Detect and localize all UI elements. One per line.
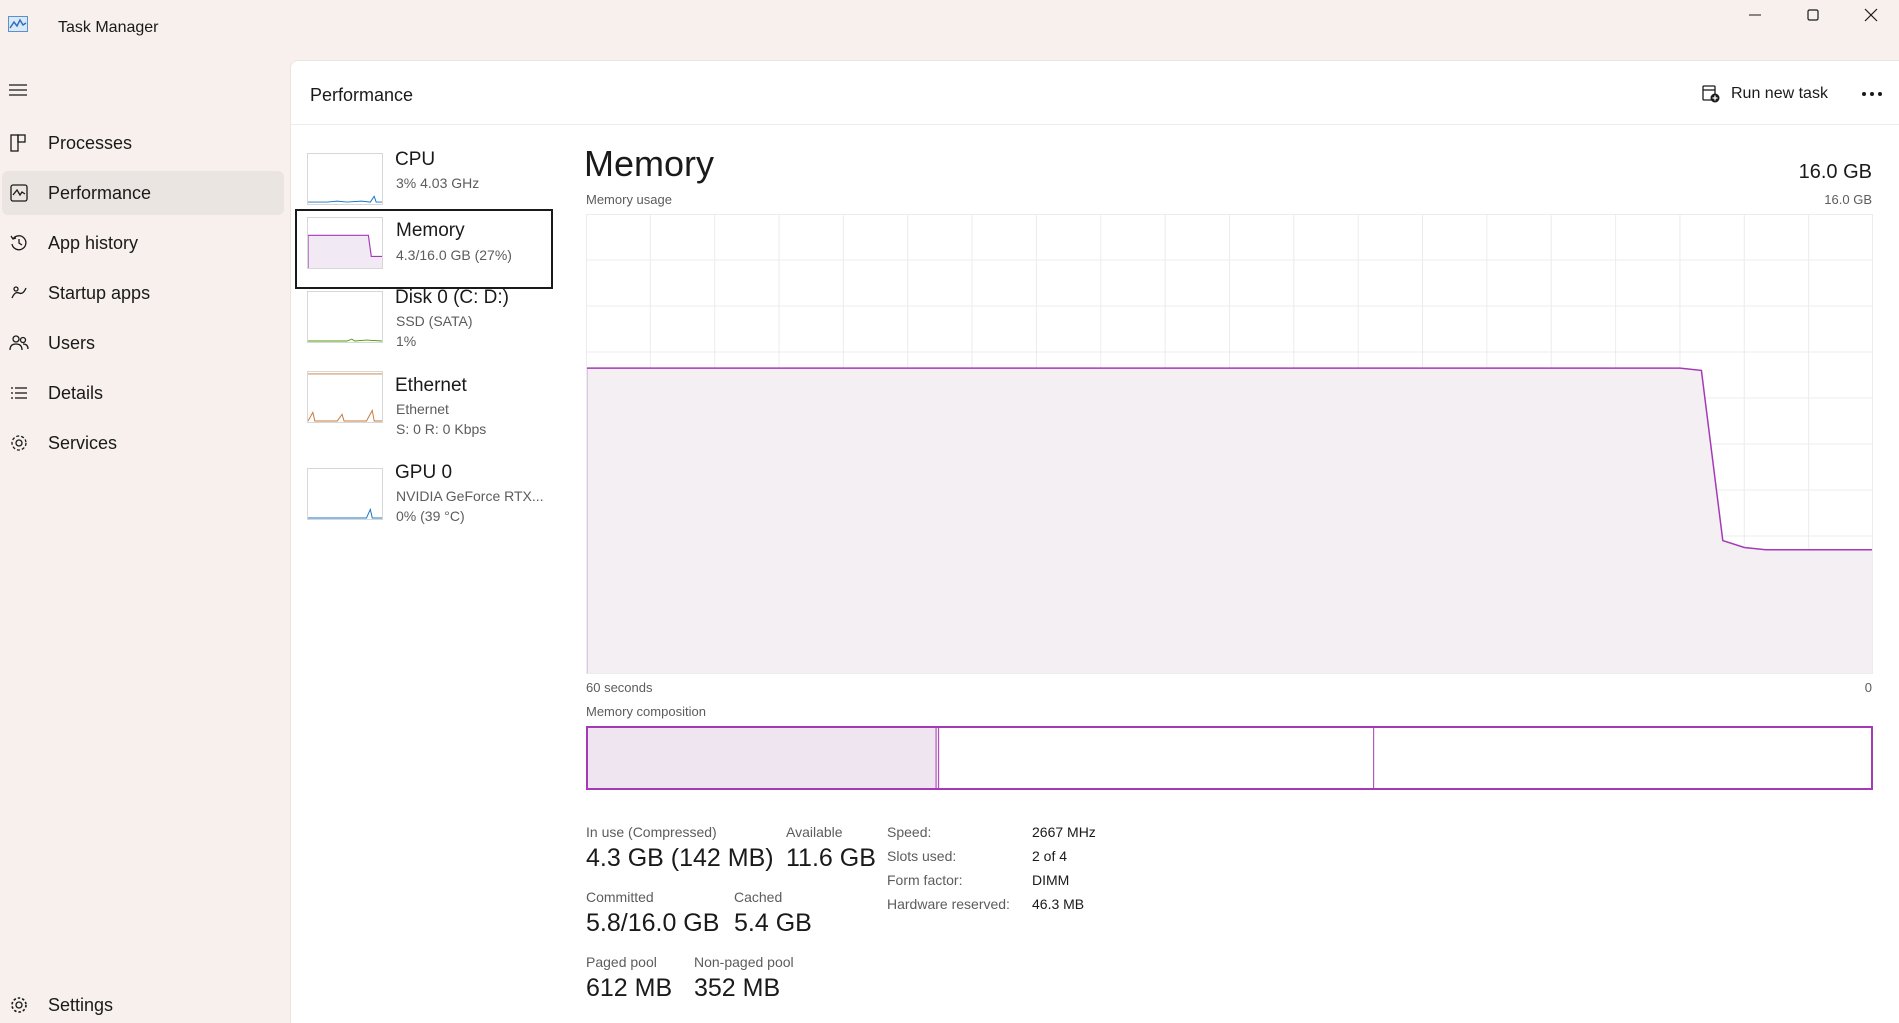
- committed-value: 5.8/16.0 GB: [586, 909, 720, 937]
- more-icon: [1862, 92, 1882, 96]
- history-icon: [8, 232, 30, 254]
- in-use-label: In use (Compressed): [586, 824, 717, 840]
- sidebar: Processes Performance App history Startu…: [0, 58, 290, 1023]
- spec-label: Hardware reserved:: [887, 896, 1010, 912]
- available-label: Available: [786, 824, 843, 840]
- spec-label: Form factor:: [887, 872, 963, 888]
- device-detail: 1%: [396, 333, 417, 349]
- memory-usage-max: 16.0 GB: [1824, 192, 1872, 207]
- processes-icon: [8, 132, 30, 154]
- page-header: Performance Run new task: [291, 61, 1899, 125]
- close-button[interactable]: [1842, 0, 1899, 30]
- device-detail: 3% 4.03 GHz: [396, 175, 480, 191]
- spec-value: 46.3 MB: [1032, 896, 1085, 912]
- spec-value: DIMM: [1032, 872, 1070, 888]
- startup-icon: [8, 282, 30, 304]
- usage-area: [586, 368, 1873, 674]
- device-name: Ethernet: [395, 375, 467, 396]
- memory-usage-label: Memory usage: [586, 192, 672, 207]
- settings-label: Settings: [48, 994, 114, 1015]
- device-detail: S: 0 R: 0 Kbps: [396, 421, 487, 437]
- device-memory[interactable]: Memory 4.3/16.0 GB (27%): [295, 209, 553, 289]
- sidebar-item-label: Services: [48, 432, 118, 453]
- spec-value: 2 of 4: [1032, 848, 1068, 864]
- sidebar-item-performance[interactable]: Performance: [2, 171, 284, 215]
- page-title: Performance: [310, 85, 414, 105]
- sidebar-item-label: App history: [48, 232, 139, 253]
- memory-composition-bar: [586, 726, 1873, 790]
- sidebar-item-app-history[interactable]: App history: [2, 221, 284, 265]
- spec-label: Speed:: [887, 824, 932, 840]
- disk-thumbnail-graph: [307, 291, 383, 343]
- users-icon: [8, 332, 30, 354]
- spec-value: 2667 MHz: [1032, 824, 1096, 840]
- detail-title: Memory: [584, 143, 715, 184]
- cached-label: Cached: [734, 889, 783, 905]
- in-use-value: 4.3 GB (142 MB): [586, 844, 774, 872]
- more-options-button[interactable]: [1857, 81, 1887, 107]
- time-now-label: 0: [1864, 680, 1872, 695]
- paged-pool-value: 612 MB: [586, 974, 673, 1002]
- maximize-icon: [1807, 9, 1819, 21]
- sidebar-item-users[interactable]: Users: [2, 321, 284, 365]
- cached-value: 5.4 GB: [734, 909, 812, 937]
- paged-pool-label: Paged pool: [586, 954, 657, 970]
- device-detail: Ethernet: [396, 401, 449, 417]
- device-detail: 0% (39 °C): [396, 508, 465, 524]
- sidebar-item-settings[interactable]: Settings: [2, 983, 284, 1023]
- maximize-button[interactable]: [1784, 0, 1842, 30]
- window-title: Task Manager: [58, 19, 159, 36]
- device-name: CPU: [395, 149, 436, 170]
- title-bar: Task Manager: [0, 0, 1899, 58]
- minimize-button[interactable]: [1726, 0, 1784, 30]
- run-task-label: Run new task: [1731, 85, 1828, 102]
- minimize-icon: [1749, 14, 1761, 16]
- sidebar-item-details[interactable]: Details: [2, 371, 284, 415]
- device-name: Disk 0 (C: D:): [395, 287, 509, 308]
- time-span-label: 60 seconds: [586, 680, 653, 695]
- ethernet-thumbnail-graph: [307, 371, 383, 423]
- device-ethernet[interactable]: Ethernet Ethernet S: 0 R: 0 Kbps: [295, 371, 553, 451]
- device-gpu[interactable]: GPU 0 NVIDIA GeForce RTX... 0% (39 °C): [295, 458, 553, 538]
- device-detail: SSD (SATA): [396, 313, 473, 329]
- sidebar-item-label: Details: [48, 382, 104, 403]
- gear-icon: [8, 994, 30, 1016]
- device-name: Memory: [396, 220, 465, 241]
- sidebar-item-services[interactable]: Services: [2, 421, 284, 465]
- run-new-task-button[interactable]: Run new task: [1701, 81, 1828, 107]
- memory-composition-label: Memory composition: [586, 704, 706, 719]
- device-detail: NVIDIA GeForce RTX...: [396, 488, 544, 504]
- sidebar-item-label: Users: [48, 332, 96, 353]
- details-icon: [8, 382, 30, 404]
- main-panel: Performance Run new task CPU 3% 4.03 GHz: [290, 60, 1899, 1023]
- available-value: 11.6 GB: [786, 844, 876, 872]
- spec-label: Slots used:: [887, 848, 957, 864]
- composition-in-use: [586, 726, 937, 790]
- sidebar-item-label: Processes: [48, 132, 133, 153]
- close-icon: [1864, 8, 1878, 22]
- cpu-thumbnail-graph: [307, 153, 383, 205]
- gpu-thumbnail-graph: [307, 468, 383, 520]
- sidebar-item-label: Startup apps: [48, 282, 151, 303]
- hamburger-menu-icon[interactable]: [8, 82, 28, 98]
- sidebar-item-startup-apps[interactable]: Startup apps: [2, 271, 284, 315]
- memory-thumbnail-graph: [307, 217, 383, 269]
- sidebar-item-label: Performance: [48, 182, 152, 203]
- non-paged-pool-label: Non-paged pool: [694, 954, 794, 970]
- run-task-icon: [1702, 85, 1720, 103]
- memory-usage-graph: [586, 214, 1873, 674]
- task-manager-app-icon: [8, 16, 28, 32]
- services-icon: [8, 432, 30, 454]
- committed-label: Committed: [586, 889, 654, 905]
- non-paged-pool-value: 352 MB: [694, 974, 781, 1002]
- device-disk[interactable]: Disk 0 (C: D:) SSD (SATA) 1%: [295, 283, 553, 363]
- device-name: GPU 0: [395, 462, 453, 483]
- sidebar-item-processes[interactable]: Processes: [2, 121, 284, 165]
- memory-total: 16.0 GB: [1798, 161, 1872, 183]
- device-detail: 4.3/16.0 GB (27%): [396, 247, 512, 263]
- performance-icon: [8, 182, 30, 204]
